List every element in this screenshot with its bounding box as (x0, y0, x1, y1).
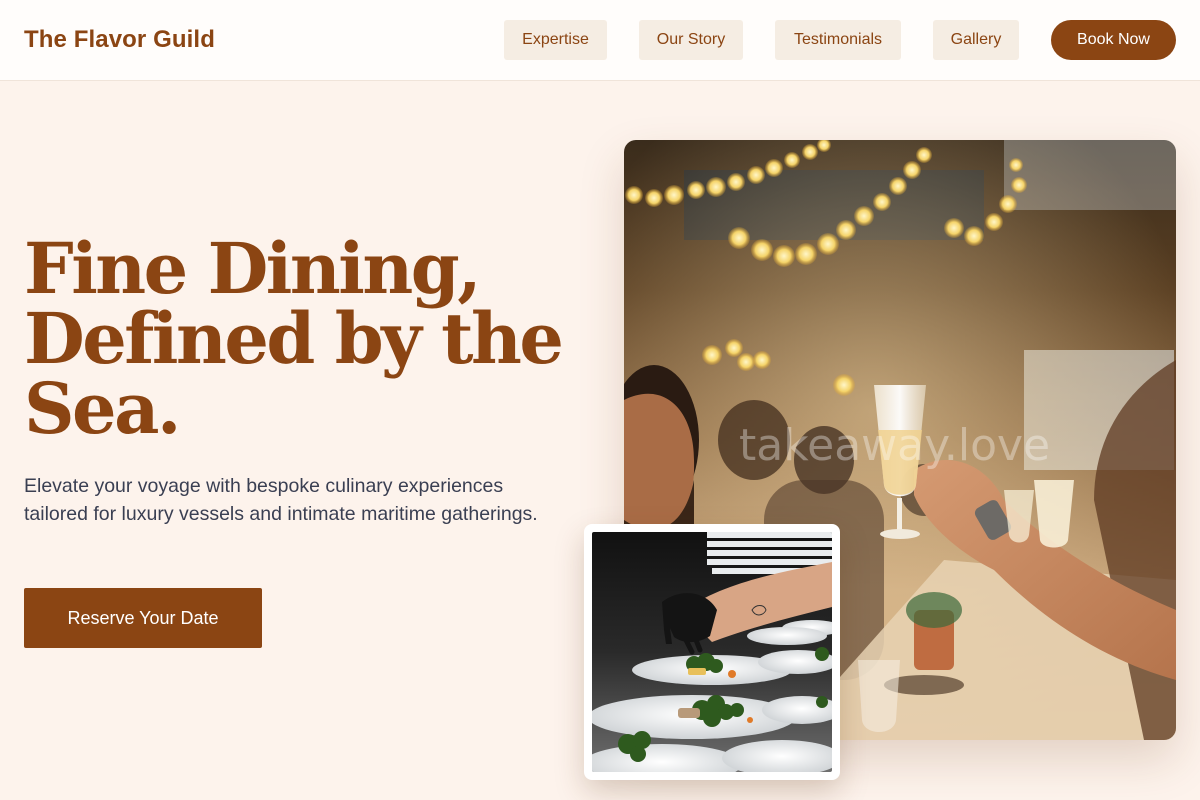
hero-title: Fine Dining, Defined by the Sea. (24, 234, 584, 444)
nav-gallery[interactable]: Gallery (933, 20, 1019, 60)
hero-title-line: Sea. (24, 367, 181, 450)
hero-title-line: Fine Dining, (24, 227, 482, 310)
chef-plating-photo (592, 532, 832, 772)
hero-subtitle: Elevate your voyage with bespoke culinar… (24, 475, 538, 525)
brand-logo[interactable]: The Flavor Guild (24, 26, 215, 54)
plating-photo-card (584, 524, 840, 780)
nav-expertise[interactable]: Expertise (504, 20, 607, 60)
site-header: The Flavor Guild Expertise Our Story Tes… (0, 0, 1200, 81)
hero-title-line: Defined by the (24, 297, 564, 380)
watermark-text: takeaway.love (739, 420, 1050, 471)
reserve-date-button[interactable]: Reserve Your Date (24, 588, 262, 648)
nav-our-story[interactable]: Our Story (639, 20, 743, 60)
nav-testimonials[interactable]: Testimonials (775, 20, 901, 60)
book-now-button[interactable]: Book Now (1051, 20, 1176, 60)
